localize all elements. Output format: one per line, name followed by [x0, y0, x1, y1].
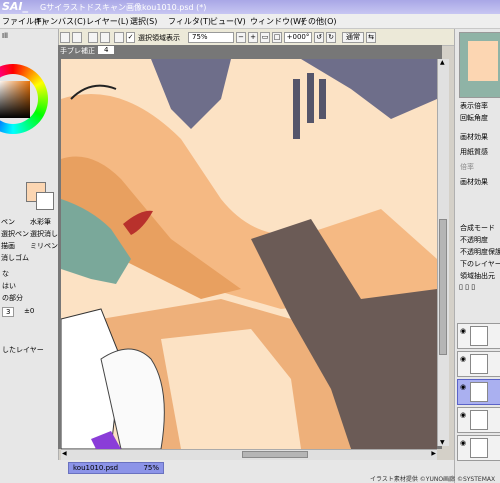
tool-draw[interactable]: 描画: [1, 241, 15, 251]
layer-action-buttons: ▯ ▯ ▯: [459, 283, 475, 291]
layer-thumbnail: [470, 382, 488, 402]
layer-thumbnail: [470, 326, 488, 346]
rotate-right-button[interactable]: ↻: [326, 32, 336, 43]
stabilizer-value[interactable]: 4: [98, 46, 115, 54]
toolbar-button-1[interactable]: [60, 32, 70, 43]
menu-filter[interactable]: フィルタ(T): [168, 16, 211, 27]
flip-button[interactable]: ⇆: [366, 32, 376, 43]
eye-icon[interactable]: ◉: [460, 327, 466, 335]
opacity-label: 不透明度: [460, 236, 488, 244]
earring-stripe-2: [307, 73, 314, 123]
arrow-down-icon[interactable]: ▼: [440, 439, 445, 446]
arrow-right-icon[interactable]: ▶: [431, 450, 436, 457]
right-panel: 表示倍率 回転角度 画材効果 用紙質感 倍率 画材効果 合成モード 不透明度 不…: [454, 29, 500, 483]
zoom-reset-button[interactable]: □: [272, 32, 282, 43]
earring-stripe-1: [293, 79, 300, 139]
document-tab[interactable]: kou1010.psd 75%: [68, 462, 164, 474]
toolbar-button-4[interactable]: [100, 32, 110, 43]
rotation-angle-label: 回転角度: [460, 114, 488, 122]
panel-label: Ill: [2, 32, 8, 40]
texture-dim-label: 倍率: [460, 163, 474, 171]
menu-other[interactable]: その他(O): [300, 16, 337, 27]
canvas-viewport[interactable]: 手ブレ補正 4: [58, 45, 442, 449]
layer-thumbnail: [470, 438, 488, 458]
region-source-radio[interactable]: 領域抽出元: [460, 271, 495, 281]
layer-thumbnail: [470, 410, 488, 430]
selection-display-checkbox[interactable]: ✓: [126, 32, 135, 43]
tool-pen[interactable]: ペン: [1, 217, 15, 227]
menu-canvas[interactable]: キャンバス(C): [34, 16, 86, 27]
option-label-layer: したレイヤー: [2, 346, 44, 354]
left-panel: Ill ペン 水彩筆 選択ペン 選択消し 描画 ミリペン 消しゴム な はい の…: [0, 29, 59, 483]
tool-watercolor[interactable]: 水彩筆: [30, 217, 51, 227]
tool-select-pen[interactable]: 選択ペン: [1, 229, 29, 239]
option-value-offset: ±0: [24, 307, 35, 315]
toolbar-button-5[interactable]: [114, 32, 124, 43]
eye-icon[interactable]: ◉: [460, 439, 466, 447]
blend-mode-label: 合成モード: [460, 224, 495, 232]
option-value-field[interactable]: 3: [2, 307, 15, 317]
opacity-lock-checkbox[interactable]: 不透明度保護: [460, 247, 500, 257]
navigator-preview[interactable]: [459, 32, 500, 98]
paper-texture-label: 用紙質感: [460, 148, 488, 156]
option-label-3: の部分: [2, 294, 23, 302]
document-tab-name: kou1010.psd: [73, 464, 119, 472]
layer-item-2[interactable]: ◉: [457, 351, 500, 377]
clip-lower-checkbox[interactable]: 下のレイヤーで: [460, 259, 500, 269]
arrow-up-icon[interactable]: ▲: [440, 59, 445, 66]
toolbar-button-2[interactable]: [72, 32, 82, 43]
eye-icon[interactable]: ◉: [460, 355, 466, 363]
document-tab-zoom: 75%: [143, 464, 159, 472]
zoom-fit-button[interactable]: ▭: [260, 32, 270, 43]
menu-layer[interactable]: レイヤー(L): [86, 16, 128, 27]
toolbar-button-3[interactable]: [88, 32, 98, 43]
tool-milli-pen[interactable]: ミリペン: [30, 241, 58, 251]
layer-thumbnail: [470, 354, 488, 374]
app-logo: SAI_: [2, 0, 29, 13]
menu-view[interactable]: ビュー(V): [210, 16, 246, 27]
tool-select-eraser[interactable]: 選択消し: [30, 229, 58, 239]
menu-window[interactable]: ウィンドウ(W): [250, 16, 304, 27]
layer-item-1[interactable]: ◉: [457, 323, 500, 349]
vertical-scroll-thumb[interactable]: [439, 219, 447, 355]
saturation-value-square[interactable]: [0, 81, 30, 118]
stabilizer-label: 手ブレ補正: [60, 47, 95, 55]
horizontal-scrollbar[interactable]: ◀ ▶: [61, 449, 437, 460]
artwork-canvas[interactable]: [61, 59, 437, 449]
arrow-left-icon[interactable]: ◀: [62, 450, 67, 457]
menu-select[interactable]: 選択(S): [130, 16, 157, 27]
normal-view-button[interactable]: 通常: [342, 32, 364, 43]
layer-item-4[interactable]: ◉: [457, 407, 500, 433]
eye-icon[interactable]: ◉: [460, 383, 466, 391]
new-layer-set-icon[interactable]: ▯: [465, 283, 469, 291]
option-label-1: な: [2, 270, 9, 278]
earring-stripe-3: [319, 79, 326, 119]
option-label-2: はい: [2, 282, 16, 290]
toolbar: ✓ 選択領域表示 75% − + ▭ □ +000° ↺ ↻ 通常 ⇆: [58, 29, 454, 46]
duplicate-layer-icon[interactable]: ▯: [471, 283, 475, 291]
watermark-text: イラスト素材提供 ©YUNO画廊 ©SYSTEMAX: [370, 476, 496, 483]
eye-icon[interactable]: ◉: [460, 411, 466, 419]
zoom-field[interactable]: 75%: [188, 32, 234, 43]
menu-bar: ファイル(F) キャンバス(C) レイヤー(L) 選択(S) フィルタ(T) ビ…: [0, 14, 500, 29]
paint-effect-label: 画材効果: [460, 178, 488, 186]
zoom-in-button[interactable]: +: [248, 32, 258, 43]
rotation-field[interactable]: +000°: [284, 32, 312, 43]
texture-section-label: 画材効果: [460, 133, 488, 141]
layer-item-selected[interactable]: ◉: [457, 379, 500, 405]
zoom-out-button[interactable]: −: [236, 32, 246, 43]
secondary-color-swatch[interactable]: [36, 192, 54, 210]
rotate-left-button[interactable]: ↺: [314, 32, 324, 43]
tool-eraser[interactable]: 消しゴム: [1, 253, 29, 263]
selection-display-label: 選択領域表示: [138, 34, 180, 42]
new-layer-icon[interactable]: ▯: [459, 283, 463, 291]
zoom-ratio-label: 表示倍率: [460, 102, 488, 110]
window-title: Gサイラストドスキャン画像kou1010.psd (*): [40, 3, 207, 12]
vertical-scrollbar[interactable]: ▲ ▼: [437, 59, 449, 446]
title-bar: SAI_ Gサイラストドスキャン画像kou1010.psd (*): [0, 0, 500, 14]
horizontal-scroll-thumb[interactable]: [242, 451, 308, 458]
layer-item-5[interactable]: ◉: [457, 435, 500, 461]
